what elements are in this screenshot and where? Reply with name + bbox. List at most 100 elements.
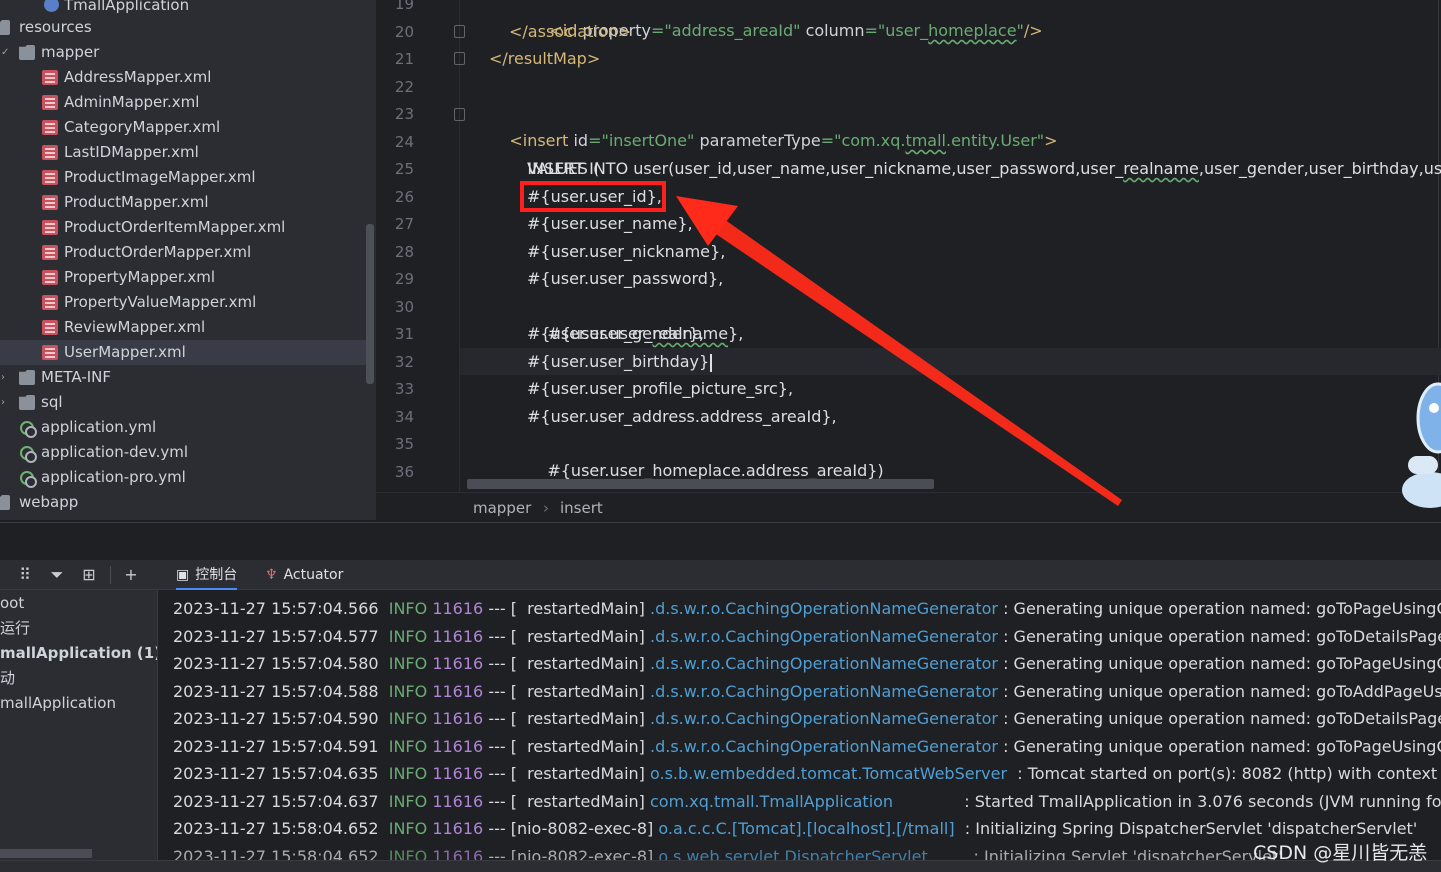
tree-item-user-mapper[interactable]: UserMapper.xml: [0, 340, 366, 365]
code-line-19: <id property="address_areaId" column="us…: [549, 21, 1043, 40]
yaml-file-icon: [20, 421, 37, 438]
run-list-scrollbar[interactable]: [0, 849, 92, 858]
tree-item-review-mapper[interactable]: ReviewMapper.xml: [0, 315, 366, 340]
log-line: 2023-11-27 15:57:04.590 INFO 11616 --- […: [173, 709, 1441, 728]
tree-item-property-value-mapper[interactable]: PropertyValueMapper.xml: [0, 290, 366, 315]
text-caret: [710, 353, 713, 372]
chevron-down-icon[interactable]: ✓: [1, 40, 9, 65]
code-line-24: INSERT INTO user(user_id,user_name,user_…: [527, 159, 1441, 178]
tree-item-admin-mapper[interactable]: AdminMapper.xml: [0, 90, 366, 115]
line-number: 31: [394, 325, 414, 343]
run-item[interactable]: 运行: [0, 616, 157, 641]
code-line-33: #{user.user_profile_picture_src},: [527, 379, 794, 398]
tree-item-resources[interactable]: resources: [0, 15, 366, 40]
code-line-21: </resultMap>: [489, 49, 601, 68]
tree-item-webapp[interactable]: webapp: [0, 490, 366, 515]
tree-item-mapper[interactable]: ✓ mapper: [0, 40, 366, 65]
line-number: 28: [394, 243, 414, 261]
breadcrumb-item-mapper[interactable]: mapper: [473, 499, 531, 517]
filter-icon[interactable]: ⏷: [46, 565, 68, 585]
code-line-30: #{user.user_realname},: [547, 324, 744, 343]
code-line-31: #{user.user_gender},: [527, 324, 704, 343]
actuator-icon: ♆: [265, 567, 278, 583]
chevron-right-icon[interactable]: ›: [1, 365, 5, 390]
layout-icon[interactable]: ⠿: [14, 565, 36, 585]
app-icon: [44, 0, 59, 12]
tree-item-sql[interactable]: › sql: [0, 390, 366, 415]
line-number: 20: [394, 23, 414, 41]
tree-item-category-mapper[interactable]: CategoryMapper.xml: [0, 115, 366, 140]
code-line-29: #{user.user_password},: [527, 269, 724, 288]
fold-marker-icon[interactable]: [454, 108, 465, 121]
tree-item-product-image-mapper[interactable]: ProductImageMapper.xml: [0, 165, 366, 190]
tab-console[interactable]: ▣ 控制台: [176, 560, 238, 590]
xml-file-icon: [42, 95, 58, 110]
code-line-20: </association>: [509, 22, 632, 41]
line-number: 19: [394, 0, 414, 13]
xml-file-icon: [42, 295, 58, 310]
yaml-file-icon: [20, 471, 37, 488]
line-number: 36: [394, 463, 414, 481]
code-line-23: <insert id="insertOne" parameterType="co…: [509, 131, 1058, 150]
tree-item-lastid-mapper[interactable]: LastIDMapper.xml: [0, 140, 366, 165]
yaml-file-icon: [20, 446, 37, 463]
line-number: 34: [394, 408, 414, 426]
console-icon: ▣: [176, 567, 190, 583]
tree-item-application-yml[interactable]: application.yml: [0, 415, 366, 440]
annotation-highlight-box: [520, 181, 666, 212]
tree-item-application-dev-yml[interactable]: application-dev.yml: [0, 440, 366, 465]
tree-item-product-mapper[interactable]: ProductMapper.xml: [0, 190, 366, 215]
fold-marker-icon[interactable]: [454, 52, 465, 65]
log-line: 2023-11-27 15:57:04.588 INFO 11616 --- […: [173, 682, 1441, 701]
run-item[interactable]: 动: [0, 666, 157, 691]
watermark: CSDN @星川皆无恙: [1253, 842, 1428, 864]
xml-file-icon: [42, 245, 58, 260]
new-group-icon[interactable]: ⊞: [78, 565, 100, 585]
run-item-active[interactable]: mallApplication (1) [d: [0, 641, 157, 666]
tree-item-application-pro-yml[interactable]: application-pro.yml: [0, 465, 366, 490]
xml-file-icon: [42, 170, 58, 185]
log-line: 2023-11-27 15:57:04.566 INFO 11616 --- […: [173, 599, 1441, 618]
tree-item-product-order-item-mapper[interactable]: ProductOrderItemMapper.xml: [0, 215, 366, 240]
run-item[interactable]: oot: [0, 591, 157, 616]
run-item[interactable]: mallApplication: [0, 691, 157, 716]
toolbar-separator: [110, 566, 111, 584]
breadcrumb-item-insert[interactable]: insert: [560, 499, 603, 517]
xml-file-icon: [42, 195, 58, 210]
line-number: 30: [394, 298, 414, 316]
run-toolbar: ⠿ ⏷ ⊞ + ▣ 控制台 ♆ Actuator: [0, 560, 1441, 590]
tree-item-address-mapper[interactable]: AddressMapper.xml: [0, 65, 366, 90]
fold-marker-icon[interactable]: [454, 25, 465, 38]
log-line: 2023-11-27 15:57:04.591 INFO 11616 --- […: [173, 737, 1441, 756]
line-number: 35: [394, 435, 414, 453]
xml-file-icon: [42, 70, 58, 85]
chevron-right-icon[interactable]: ›: [1, 390, 5, 415]
tree-scrollbar[interactable]: [366, 224, 374, 384]
folder-icon: [19, 45, 35, 60]
code-line-32: #{user.user_birthday}: [527, 348, 1441, 375]
breadcrumb-separator: ›: [543, 499, 549, 517]
tree-item-product-order-mapper[interactable]: ProductOrderMapper.xml: [0, 240, 366, 265]
line-number: 24: [394, 133, 414, 151]
folder-icon: [19, 370, 35, 385]
editor-horizontal-scrollbar[interactable]: [467, 479, 934, 489]
log-line: 2023-11-27 15:57:04.577 INFO 11616 --- […: [173, 627, 1441, 646]
line-number: 23: [394, 105, 414, 123]
tree-item-meta-inf[interactable]: › META-INF: [0, 365, 366, 390]
breadcrumb: mapper › insert: [376, 492, 1441, 522]
xml-file-icon: [42, 120, 58, 135]
tree-item-property-mapper[interactable]: PropertyMapper.xml: [0, 265, 366, 290]
log-line: 2023-11-27 15:57:04.635 INFO 11616 --- […: [173, 764, 1438, 783]
folder-icon: [0, 495, 10, 510]
code-line-35: #{user.user_homeplace.address_areaId}): [547, 461, 884, 480]
tab-actuator[interactable]: ♆ Actuator: [265, 560, 343, 590]
folder-icon: [0, 20, 10, 35]
log-line: 2023-11-27 15:58:04.652 INFO 11616 --- […: [173, 847, 1283, 860]
line-number: 26: [394, 188, 414, 206]
code-editor[interactable]: 19 20 21 22 23 24 25 26 27 28 29 30 31 3…: [376, 0, 1441, 492]
line-number: 29: [394, 270, 414, 288]
add-icon[interactable]: +: [120, 565, 142, 585]
code-line-25: VALUES (: [527, 159, 600, 178]
console-output[interactable]: 2023-11-27 15:57:04.566 INFO 11616 --- […: [158, 590, 1441, 860]
line-number: 25: [394, 160, 414, 178]
